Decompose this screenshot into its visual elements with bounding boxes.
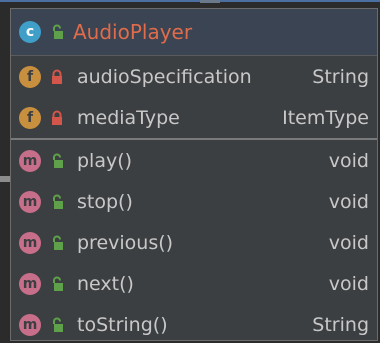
field-row[interactable]: f mediaType ItemType	[11, 97, 377, 138]
method-badge-letter: m	[22, 193, 38, 210]
public-unlock-icon	[49, 234, 65, 252]
field-row[interactable]: f audioSpecification String	[11, 56, 377, 97]
method-icon: m	[19, 190, 41, 213]
method-type: void	[328, 231, 369, 254]
field-badge-letter: f	[26, 68, 34, 85]
method-name: next()	[77, 272, 134, 295]
method-name: previous()	[77, 231, 174, 254]
selection-line	[0, 0, 380, 2]
public-unlock-icon	[49, 316, 65, 334]
class-header[interactable]: c AudioPlayer	[11, 9, 377, 56]
method-type: String	[312, 313, 369, 336]
method-type: void	[328, 149, 369, 172]
method-row[interactable]: m previous() void	[11, 222, 377, 263]
method-name: toString()	[77, 313, 168, 336]
field-name: audioSpecification	[77, 65, 252, 88]
method-type: void	[328, 190, 369, 213]
connector-tick	[200, 0, 220, 3]
method-name: play()	[77, 149, 133, 172]
public-unlock-icon	[49, 193, 65, 211]
method-row[interactable]: m stop() void	[11, 181, 377, 222]
method-type: void	[328, 272, 369, 295]
connector-stub	[0, 176, 10, 182]
method-badge-letter: m	[22, 316, 38, 333]
field-badge-letter: f	[26, 109, 34, 126]
public-unlock-icon	[49, 275, 65, 293]
field-icon: f	[19, 65, 41, 88]
diagram-canvas: c AudioPlayer f audioSpecification String f…	[0, 0, 380, 343]
method-icon: m	[19, 231, 41, 254]
class-name: AudioPlayer	[73, 20, 193, 44]
field-icon: f	[19, 106, 41, 129]
method-row[interactable]: m toString() String	[11, 304, 377, 343]
private-lock-icon	[49, 68, 65, 86]
methods-section: m play() void m stop() void m previous() void m ne…	[11, 140, 377, 343]
method-badge-letter: m	[22, 234, 38, 251]
private-lock-icon	[49, 109, 65, 127]
field-name: mediaType	[77, 106, 180, 129]
fields-section: f audioSpecification String f mediaType ItemT…	[11, 56, 377, 140]
method-row[interactable]: m play() void	[11, 140, 377, 181]
public-unlock-icon	[49, 23, 65, 41]
method-row[interactable]: m next() void	[11, 263, 377, 304]
method-icon: m	[19, 149, 41, 172]
class-icon: c	[19, 21, 41, 43]
method-badge-letter: m	[22, 275, 38, 292]
method-badge-letter: m	[22, 152, 38, 169]
class-badge-letter: c	[25, 24, 35, 40]
field-type: ItemType	[282, 106, 369, 129]
method-icon: m	[19, 313, 41, 336]
method-icon: m	[19, 272, 41, 295]
class-node[interactable]: c AudioPlayer f audioSpecification String f…	[10, 8, 378, 341]
public-unlock-icon	[49, 152, 65, 170]
method-name: stop()	[77, 190, 133, 213]
field-type: String	[312, 65, 369, 88]
